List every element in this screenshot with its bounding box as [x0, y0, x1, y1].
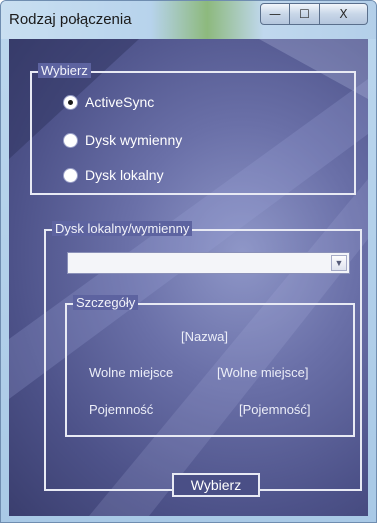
close-button[interactable]: X: [320, 3, 368, 25]
title-bar[interactable]: Rodzaj połączenia — ☐ X: [1, 1, 376, 39]
dialog-window: Rodzaj połączenia — ☐ X Wybierz ActiveSy…: [0, 0, 377, 523]
details-groupbox-legend: Szczegóły: [73, 295, 139, 310]
minimize-button[interactable]: —: [260, 3, 290, 25]
maximize-icon: ☐: [299, 7, 310, 21]
choose-groupbox-legend: Wybierz: [38, 63, 91, 78]
minimize-icon: —: [269, 7, 281, 21]
free-space-label: Wolne miejsce: [89, 365, 174, 380]
radio-activesync[interactable]: ActiveSync: [64, 94, 154, 110]
window-controls: — ☐ X: [260, 3, 368, 25]
drive-combobox[interactable]: ▼: [67, 252, 350, 274]
free-space-value: [Wolne miejsce]: [217, 365, 309, 380]
choose-button[interactable]: Wybierz: [172, 473, 260, 497]
radio-removable-disk-label: Dysk wymienny: [85, 132, 183, 148]
dialog-client-area: Wybierz ActiveSync Dysk wymienny Dysk lo…: [9, 39, 368, 516]
radio-unselected-icon: [64, 168, 77, 182]
capacity-value: [Pojemność]: [239, 402, 311, 417]
radio-local-disk-label: Dysk lokalny: [85, 167, 164, 183]
drive-groupbox-legend: Dysk lokalny/wymienny: [52, 221, 193, 236]
capacity-label: Pojemność: [89, 402, 154, 417]
radio-selected-icon: [64, 95, 77, 109]
name-value: [Nazwa]: [181, 329, 228, 344]
radio-unselected-icon: [64, 133, 77, 147]
radio-activesync-label: ActiveSync: [85, 94, 155, 110]
radio-removable-disk[interactable]: Dysk wymienny: [64, 132, 182, 148]
window-title: Rodzaj połączenia: [9, 11, 132, 28]
close-icon: X: [339, 7, 348, 21]
chevron-down-icon[interactable]: ▼: [331, 255, 347, 271]
maximize-button[interactable]: ☐: [290, 3, 320, 25]
radio-local-disk[interactable]: Dysk lokalny: [64, 167, 164, 183]
